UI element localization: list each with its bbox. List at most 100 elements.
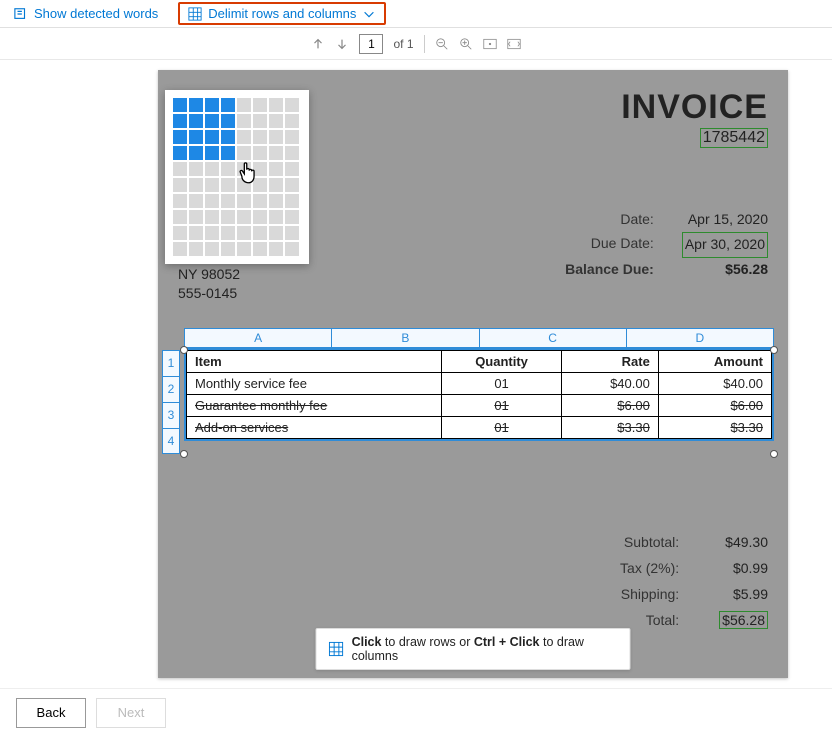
grid-cell[interactable] xyxy=(189,194,203,208)
grid-cell[interactable] xyxy=(285,226,299,240)
grid-cell[interactable] xyxy=(269,130,283,144)
page-number-input[interactable]: 1 xyxy=(359,34,383,54)
grid-cell[interactable] xyxy=(173,242,187,256)
resize-handle-se[interactable] xyxy=(770,450,778,458)
grid-cell[interactable] xyxy=(205,130,219,144)
resize-handle-nw[interactable] xyxy=(180,346,188,354)
grid-cell[interactable] xyxy=(285,146,299,160)
grid-cell[interactable] xyxy=(221,178,235,192)
col-C[interactable]: C xyxy=(479,328,626,348)
grid-cell[interactable] xyxy=(237,210,251,224)
grid-cell[interactable] xyxy=(173,210,187,224)
row-1[interactable]: 1 xyxy=(162,350,180,376)
grid-cell[interactable] xyxy=(189,98,203,112)
grid-cell[interactable] xyxy=(221,98,235,112)
grid-cell[interactable] xyxy=(269,226,283,240)
grid-cell[interactable] xyxy=(173,146,187,160)
grid-cell[interactable] xyxy=(253,226,267,240)
grid-cell[interactable] xyxy=(253,194,267,208)
grid-cell[interactable] xyxy=(221,130,235,144)
grid-cell[interactable] xyxy=(205,194,219,208)
resize-handle-ne[interactable] xyxy=(770,346,778,354)
zoom-out-icon[interactable] xyxy=(435,37,449,51)
grid-cell[interactable] xyxy=(269,210,283,224)
grid-cell[interactable] xyxy=(253,210,267,224)
resize-handle-sw[interactable] xyxy=(180,450,188,458)
grid-cell[interactable] xyxy=(173,194,187,208)
grid-cell[interactable] xyxy=(189,162,203,176)
grid-cell[interactable] xyxy=(253,242,267,256)
grid-cell[interactable] xyxy=(205,162,219,176)
grid-cell[interactable] xyxy=(269,114,283,128)
grid-cell[interactable] xyxy=(285,98,299,112)
grid-cell[interactable] xyxy=(237,242,251,256)
grid-cell[interactable] xyxy=(285,162,299,176)
grid-cell[interactable] xyxy=(269,178,283,192)
grid-cell[interactable] xyxy=(173,162,187,176)
grid-cell[interactable] xyxy=(237,114,251,128)
grid-cell[interactable] xyxy=(285,178,299,192)
grid-cell[interactable] xyxy=(205,242,219,256)
grid-cell[interactable] xyxy=(189,210,203,224)
grid-cell[interactable] xyxy=(285,242,299,256)
grid-cell[interactable] xyxy=(173,178,187,192)
grid-cell[interactable] xyxy=(285,130,299,144)
grid-cell[interactable] xyxy=(221,162,235,176)
grid-cell[interactable] xyxy=(253,98,267,112)
col-B[interactable]: B xyxy=(331,328,478,348)
grid-cell[interactable] xyxy=(221,114,235,128)
grid-size-picker[interactable] xyxy=(165,90,309,264)
show-detected-words-link[interactable]: Show detected words xyxy=(14,6,158,21)
grid-cell[interactable] xyxy=(205,98,219,112)
grid-cell[interactable] xyxy=(189,130,203,144)
grid-cell[interactable] xyxy=(269,146,283,160)
grid-cell[interactable] xyxy=(269,162,283,176)
grid-cell[interactable] xyxy=(237,146,251,160)
zoom-in-icon[interactable] xyxy=(459,37,473,51)
row-3[interactable]: 3 xyxy=(162,402,180,428)
grid-cell[interactable] xyxy=(205,210,219,224)
grid-cell[interactable] xyxy=(253,114,267,128)
grid-cell[interactable] xyxy=(253,146,267,160)
table-selection[interactable]: A B C D 1 2 3 4 Item Quantity Rate Amoun… xyxy=(158,328,774,441)
grid-cell[interactable] xyxy=(285,194,299,208)
grid-cell[interactable] xyxy=(173,226,187,240)
col-D[interactable]: D xyxy=(626,328,774,348)
grid-cell[interactable] xyxy=(205,178,219,192)
grid-cell[interactable] xyxy=(253,130,267,144)
grid-cell[interactable] xyxy=(173,98,187,112)
grid-cell[interactable] xyxy=(189,146,203,160)
grid-cell[interactable] xyxy=(221,194,235,208)
grid-cell[interactable] xyxy=(237,98,251,112)
fit-page-icon[interactable] xyxy=(507,37,521,51)
delimit-dropdown[interactable]: Delimit rows and columns xyxy=(178,2,386,25)
grid-cell[interactable] xyxy=(221,242,235,256)
grid-cell[interactable] xyxy=(189,242,203,256)
grid-cell[interactable] xyxy=(205,114,219,128)
col-A[interactable]: A xyxy=(184,328,331,348)
grid-cell[interactable] xyxy=(221,226,235,240)
grid-cell[interactable] xyxy=(205,146,219,160)
fit-width-icon[interactable] xyxy=(483,37,497,51)
grid-cell[interactable] xyxy=(237,226,251,240)
grid-cell[interactable] xyxy=(189,114,203,128)
row-4[interactable]: 4 xyxy=(162,428,180,454)
grid-cell[interactable] xyxy=(189,178,203,192)
grid-cell[interactable] xyxy=(285,210,299,224)
grid-cell[interactable] xyxy=(189,226,203,240)
grid-cell[interactable] xyxy=(237,194,251,208)
grid-cell[interactable] xyxy=(205,226,219,240)
arrow-down-icon[interactable] xyxy=(335,37,349,51)
row-2[interactable]: 2 xyxy=(162,376,180,402)
grid-cell[interactable] xyxy=(237,130,251,144)
grid-cell[interactable] xyxy=(269,194,283,208)
grid-cell[interactable] xyxy=(221,210,235,224)
grid-cell[interactable] xyxy=(269,98,283,112)
arrow-up-icon[interactable] xyxy=(311,37,325,51)
grid-cell[interactable] xyxy=(221,146,235,160)
grid-cell[interactable] xyxy=(173,130,187,144)
grid-cell[interactable] xyxy=(285,114,299,128)
grid-cell[interactable] xyxy=(173,114,187,128)
back-button[interactable]: Back xyxy=(16,698,86,728)
grid-cell[interactable] xyxy=(269,242,283,256)
